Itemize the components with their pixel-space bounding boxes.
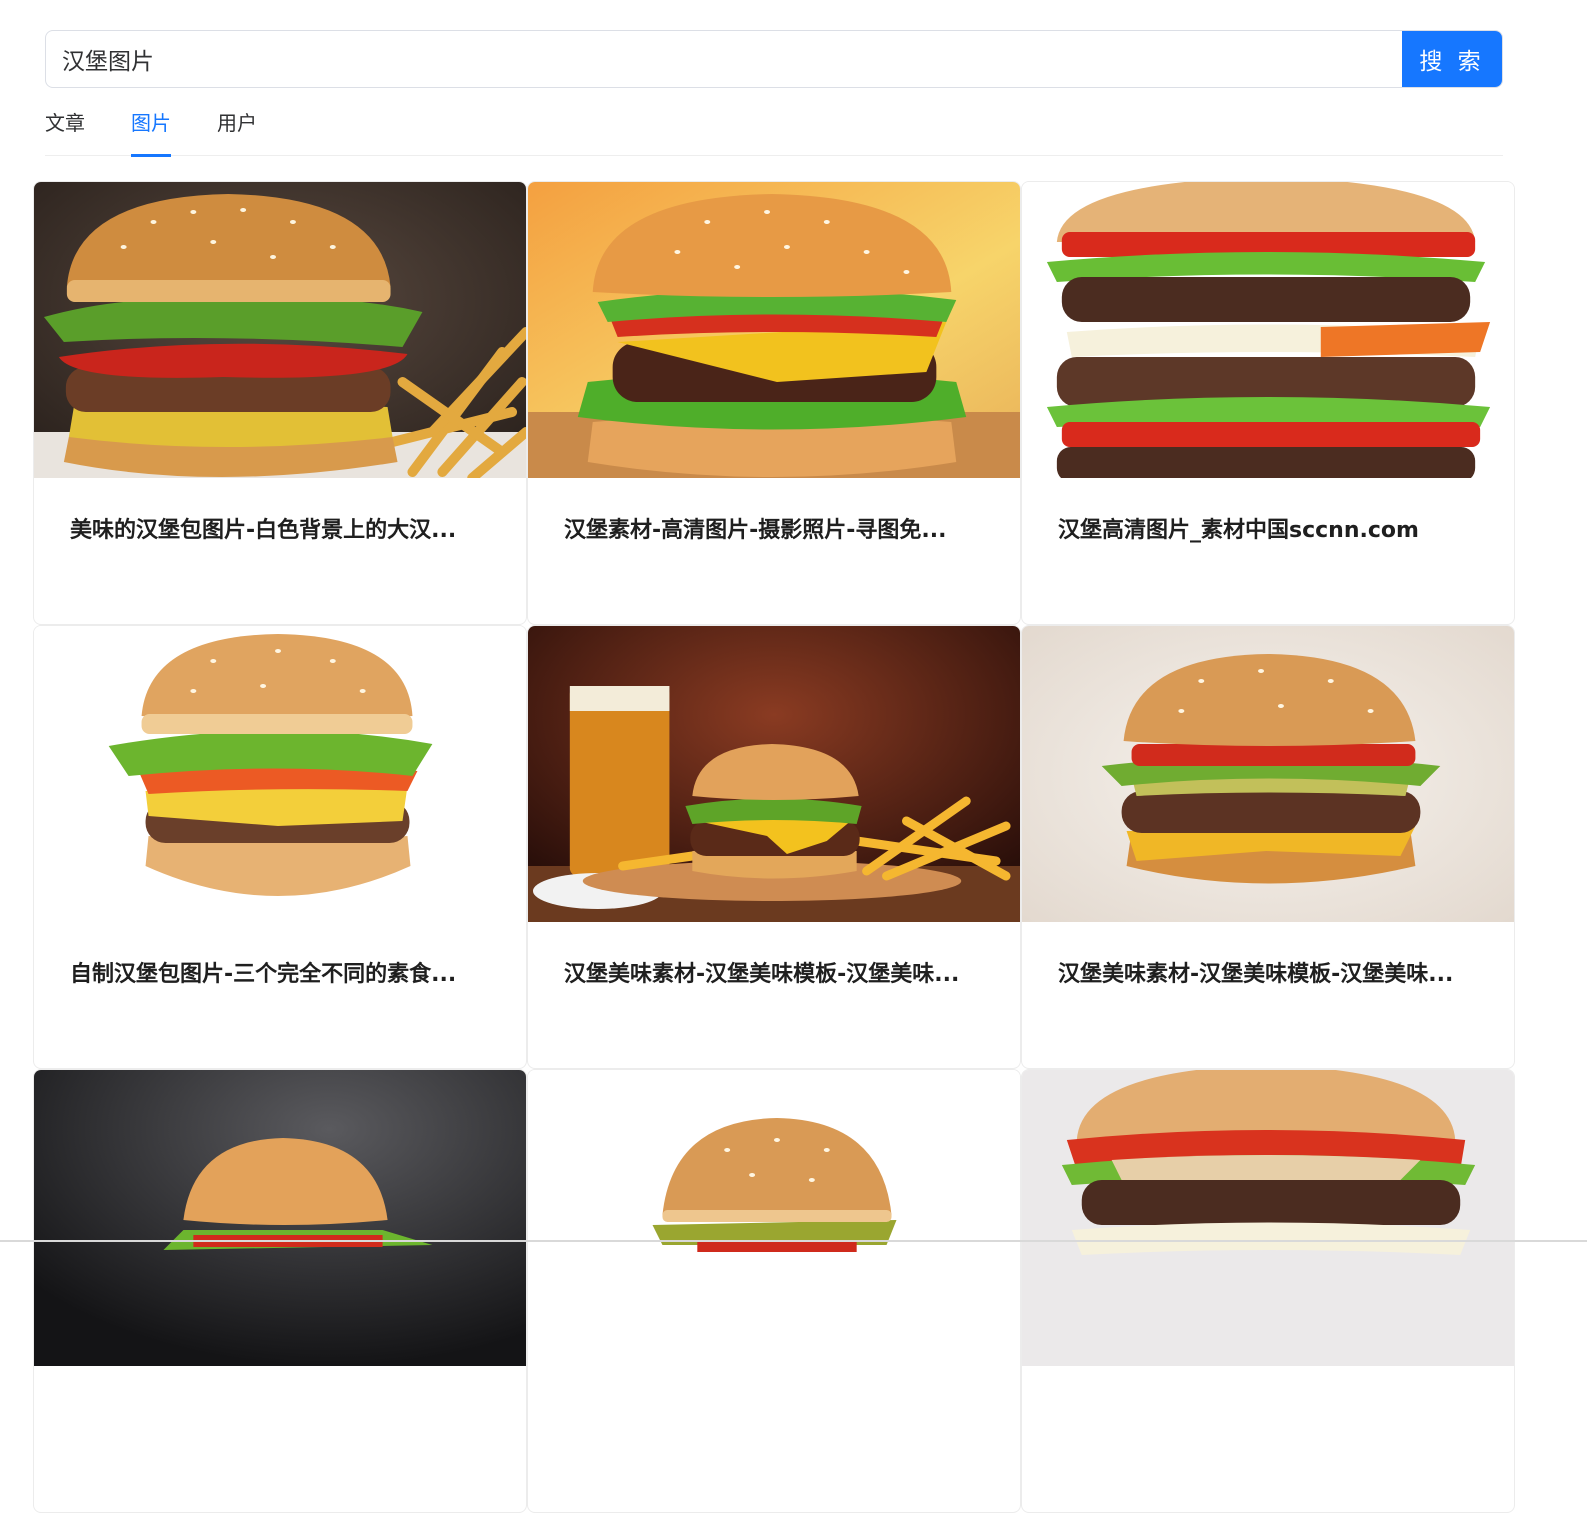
result-card[interactable]: 美味的汉堡包图片-白色背景上的大汉... bbox=[33, 181, 527, 625]
tab-users[interactable]: 用户 bbox=[217, 100, 257, 156]
result-image bbox=[34, 182, 526, 478]
result-title[interactable]: 美味的汉堡包图片-白色背景上的大汉... bbox=[70, 512, 490, 544]
result-card[interactable]: 自制汉堡包图片-三个完全不同的素食... bbox=[33, 625, 527, 1069]
result-card[interactable]: 汉堡美味素材-汉堡美味模板-汉堡美味... bbox=[527, 625, 1021, 1069]
image-results-grid: 美味的汉堡包图片-白色背景上的大汉... 汉堡素材-高清图片-摄影照片-寻图免.… bbox=[33, 181, 1517, 1513]
result-card[interactable]: 汉堡素材-高清图片-摄影照片-寻图免... bbox=[527, 181, 1021, 625]
result-title[interactable]: 自制汉堡包图片-三个完全不同的素食... bbox=[70, 956, 490, 988]
tab-images[interactable]: 图片 bbox=[131, 100, 171, 157]
result-card[interactable] bbox=[527, 1069, 1021, 1513]
result-image bbox=[1022, 626, 1514, 922]
tab-articles[interactable]: 文章 bbox=[45, 100, 85, 156]
result-card[interactable] bbox=[1021, 1069, 1515, 1513]
result-card[interactable]: 汉堡高清图片_素材中国sccnn.com bbox=[1021, 181, 1515, 625]
result-title[interactable]: 汉堡高清图片_素材中国sccnn.com bbox=[1058, 512, 1478, 544]
result-image bbox=[1022, 1070, 1514, 1366]
result-title[interactable]: 汉堡素材-高清图片-摄影照片-寻图免... bbox=[564, 512, 984, 544]
result-card[interactable] bbox=[33, 1069, 527, 1513]
result-image bbox=[528, 626, 1020, 922]
search-button[interactable]: 搜 索 bbox=[1402, 31, 1502, 87]
result-image bbox=[1022, 182, 1514, 478]
search-input[interactable] bbox=[46, 31, 1402, 87]
result-title[interactable]: 汉堡美味素材-汉堡美味模板-汉堡美味... bbox=[564, 956, 984, 988]
result-card[interactable]: 汉堡美味素材-汉堡美味模板-汉堡美味... bbox=[1021, 625, 1515, 1069]
result-title[interactable]: 汉堡美味素材-汉堡美味模板-汉堡美味... bbox=[1058, 956, 1478, 988]
result-image bbox=[528, 182, 1020, 478]
search-bar: 搜 索 bbox=[45, 30, 1503, 88]
result-image bbox=[34, 1070, 526, 1366]
result-type-tabs: 文章 图片 用户 bbox=[45, 100, 1503, 157]
viewport-bottom-divider bbox=[0, 1240, 1587, 1242]
result-image bbox=[528, 1070, 1020, 1366]
result-image bbox=[34, 626, 526, 922]
